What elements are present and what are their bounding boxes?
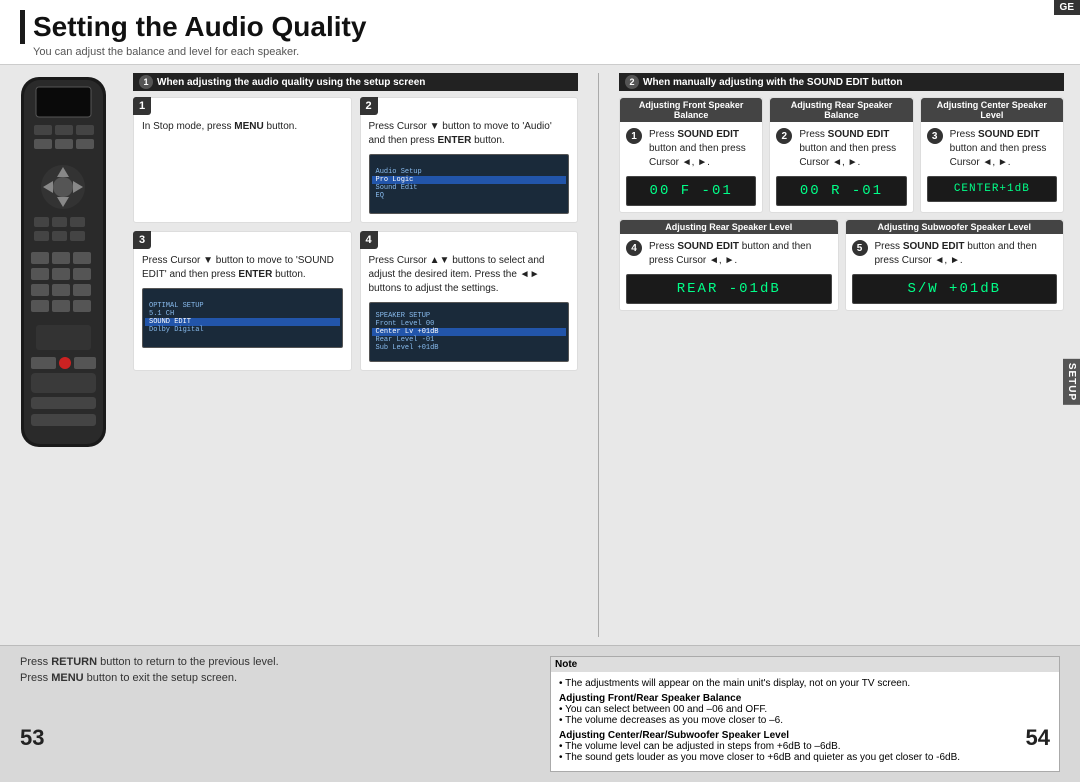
- sub-level-text: Press SOUND EDIT button and then press C…: [875, 240, 1058, 268]
- rear-balance-display: 00 R -01: [776, 176, 906, 206]
- step2-screen-content: Audio Setup Pro Logic Sound Edit EQ: [370, 166, 569, 202]
- step3-screen: OPTIMAL SETUP 5.1 CH SOUND EDIT Dolby Di…: [142, 288, 343, 348]
- rear-balance-stepnum: 2: [776, 128, 792, 144]
- step3-text: Press Cursor ▼ button to move to 'SOUND …: [142, 254, 343, 282]
- remote-svg: [16, 77, 111, 447]
- method2-header: 2 When manually adjusting with the SOUND…: [619, 73, 1064, 91]
- note-title: Note: [551, 657, 1059, 672]
- front-balance-box: Adjusting Front Speaker Balance 1 Press …: [619, 97, 763, 213]
- step3-box: 3 Press Cursor ▼ button to move to 'SOUN…: [133, 231, 352, 371]
- panel-divider: [598, 73, 599, 637]
- step4-screen: SPEAKER SETUP Front Level 00 Center Lv +…: [369, 302, 570, 362]
- sub-level-header: Adjusting Subwoofer Speaker Level: [846, 220, 1064, 234]
- step4-screen-content: SPEAKER SETUP Front Level 00 Center Lv +…: [370, 310, 569, 354]
- step1-text: In Stop mode, press MENU button.: [142, 120, 343, 134]
- step4-box: 4 Press Cursor ▲▼ buttons to select and …: [360, 231, 579, 371]
- center-level-box: Adjusting Center Speaker Level 3 Press S…: [920, 97, 1064, 213]
- footer-right: Note • The adjustments will appear on th…: [550, 656, 1060, 772]
- front-balance-text: Press SOUND EDIT button and then press C…: [649, 128, 756, 170]
- step1-box: 1 In Stop mode, press MENU button.: [133, 97, 352, 223]
- note-center-sub-title: Adjusting Center/Rear/Subwoofer Speaker …: [559, 730, 1051, 741]
- note-center-sub-1: • The volume level can be adjusted in st…: [559, 741, 1051, 752]
- step3-screen-content: OPTIMAL SETUP 5.1 CH SOUND EDIT Dolby Di…: [143, 300, 342, 336]
- front-balance-display: 00 F -01: [626, 176, 756, 206]
- note-box: Note • The adjustments will appear on th…: [550, 656, 1060, 772]
- page-title-container: Setting the Audio Quality: [20, 10, 1060, 44]
- note-front-rear-title: Adjusting Front/Rear Speaker Balance: [559, 693, 1051, 704]
- center-level-header: Adjusting Center Speaker Level: [921, 98, 1063, 122]
- page-num-left: 53: [20, 725, 44, 751]
- footer-left: Press RETURN button to return to the pre…: [20, 656, 530, 688]
- sub-level-box: Adjusting Subwoofer Speaker Level 5 Pres…: [845, 219, 1065, 311]
- note-front-rear-2: • The volume decreases as you move close…: [559, 715, 1051, 726]
- note-center-sub-2: • The sound gets louder as you move clos…: [559, 752, 1051, 763]
- front-balance-stepnum: 1: [626, 128, 642, 144]
- method2-container: 2 When manually adjusting with the SOUND…: [619, 73, 1064, 637]
- note-front-rear-1: • You can select between 00 and –06 and …: [559, 704, 1051, 715]
- note-line1: • The adjustments will appear on the mai…: [559, 678, 1051, 689]
- method2-num: 2: [625, 75, 639, 89]
- speaker-grid-bottom: Adjusting Rear Speaker Level 4 Press SOU…: [619, 219, 1064, 311]
- rear-level-stepnum: 4: [626, 240, 642, 256]
- method1-container: 1 When adjusting the audio quality using…: [133, 73, 578, 637]
- rear-balance-text: Press SOUND EDIT button and then press C…: [799, 128, 906, 170]
- sub-level-stepnum: 5: [852, 240, 868, 256]
- step3-num: 3: [133, 231, 151, 249]
- step4-num: 4: [360, 231, 378, 249]
- step2-screen: Audio Setup Pro Logic Sound Edit EQ: [369, 154, 570, 214]
- remote-control: [16, 73, 121, 637]
- center-level-stepnum: 3: [927, 128, 943, 144]
- speaker-grid-top: Adjusting Front Speaker Balance 1 Press …: [619, 97, 1064, 213]
- center-level-content: 3 Press SOUND EDIT button and then press…: [927, 128, 1057, 170]
- rear-balance-header: Adjusting Rear Speaker Balance: [770, 98, 912, 122]
- rear-level-display: REAR -01dB: [626, 274, 832, 304]
- step2-text: Press Cursor ▼ button to move to 'Audio'…: [369, 120, 570, 148]
- footer: Press RETURN button to return to the pre…: [0, 645, 1080, 782]
- step2-num: 2: [360, 97, 378, 115]
- method1-grid: 1 In Stop mode, press MENU button. 2 Pre…: [133, 97, 578, 371]
- step2-box: 2 Press Cursor ▼ button to move to 'Audi…: [360, 97, 579, 223]
- setup-badge: SETUP: [1063, 358, 1080, 404]
- front-balance-header: Adjusting Front Speaker Balance: [620, 98, 762, 122]
- page-container: Setting the Audio Quality You can adjust…: [0, 0, 1080, 763]
- step4-text: Press Cursor ▲▼ buttons to select and ad…: [369, 254, 570, 296]
- page-num-right: 54: [1026, 725, 1050, 751]
- page-subtitle: You can adjust the balance and level for…: [33, 46, 1060, 58]
- main-content: 1 When adjusting the audio quality using…: [0, 65, 1080, 645]
- sub-level-content: 5 Press SOUND EDIT button and then press…: [852, 240, 1058, 268]
- rear-level-text: Press SOUND EDIT button and then press C…: [649, 240, 832, 268]
- center-level-text: Press SOUND EDIT button and then press C…: [950, 128, 1057, 170]
- rear-balance-box: Adjusting Rear Speaker Balance 2 Press S…: [769, 97, 913, 213]
- method1-header-text: When adjusting the audio quality using t…: [157, 77, 425, 88]
- ge-badge: GE: [1054, 0, 1080, 15]
- rear-level-content: 4 Press SOUND EDIT button and then press…: [626, 240, 832, 268]
- title-bar: [20, 10, 25, 44]
- method2-header-text: When manually adjusting with the SOUND E…: [643, 77, 902, 88]
- rear-balance-content: 2 Press SOUND EDIT button and then press…: [776, 128, 906, 170]
- method1-header: 1 When adjusting the audio quality using…: [133, 73, 578, 91]
- method1-num: 1: [139, 75, 153, 89]
- sub-level-display: S/W +01dB: [852, 274, 1058, 304]
- rear-level-box: Adjusting Rear Speaker Level 4 Press SOU…: [619, 219, 839, 311]
- step1-num: 1: [133, 97, 151, 115]
- page-title: Setting the Audio Quality: [33, 11, 366, 43]
- menu-text: Press MENU button to exit the setup scre…: [20, 672, 530, 684]
- return-text: Press RETURN button to return to the pre…: [20, 656, 530, 668]
- center-level-display: CENTER+1dB: [927, 176, 1057, 202]
- front-balance-content: 1 Press SOUND EDIT button and then press…: [626, 128, 756, 170]
- page-header: Setting the Audio Quality You can adjust…: [0, 0, 1080, 65]
- rear-level-header: Adjusting Rear Speaker Level: [620, 220, 838, 234]
